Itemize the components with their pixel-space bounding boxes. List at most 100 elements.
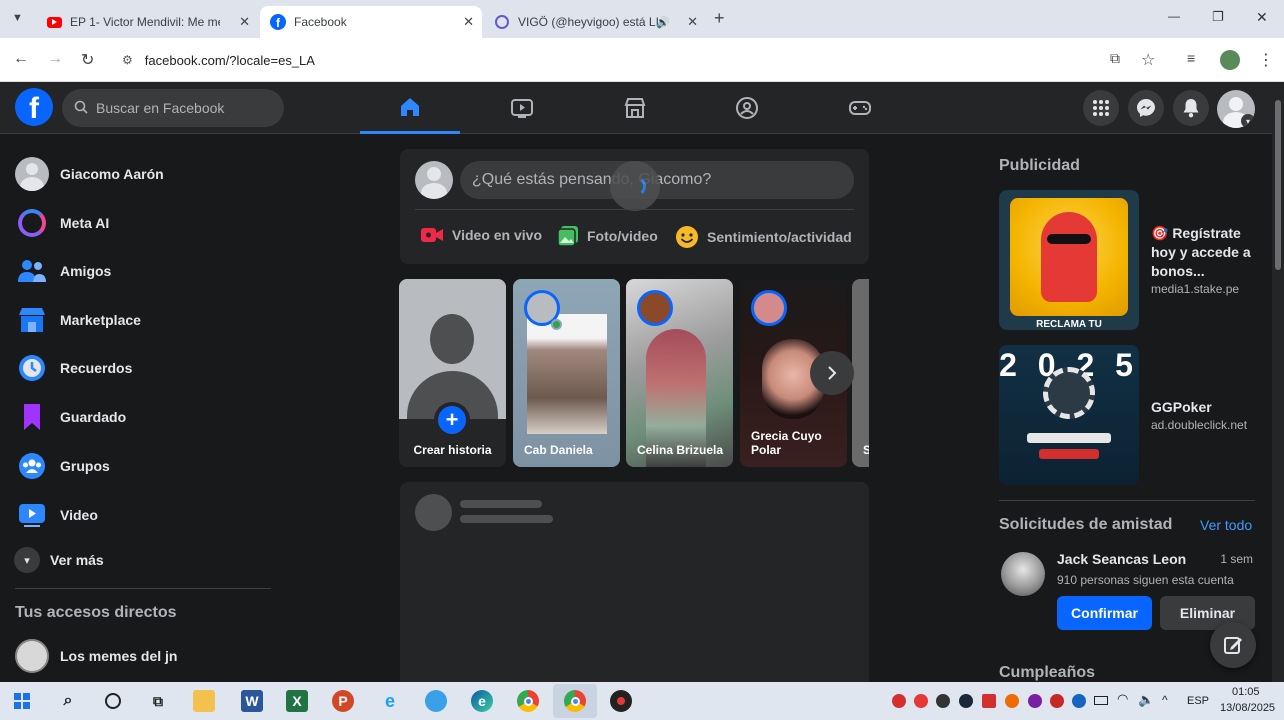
edge-icon[interactable]: e bbox=[471, 690, 493, 712]
nav-gaming[interactable] bbox=[810, 82, 910, 134]
url-field[interactable]: ⚙ facebook.com/?locale=es_LA bbox=[112, 44, 1072, 76]
nav-groups[interactable] bbox=[697, 82, 797, 134]
new-tab-button[interactable]: + bbox=[714, 8, 725, 29]
tray-icon[interactable] bbox=[982, 694, 996, 708]
internet-explorer-icon[interactable]: e bbox=[379, 690, 401, 712]
tray-icon[interactable] bbox=[1028, 694, 1042, 708]
ime-icon[interactable]: ^ bbox=[1162, 693, 1168, 707]
tray-icon[interactable] bbox=[1005, 694, 1019, 708]
close-tab-icon[interactable]: ✕ bbox=[463, 14, 474, 30]
battery-icon[interactable] bbox=[1094, 696, 1108, 705]
account-avatar[interactable]: ▾ bbox=[1217, 90, 1255, 128]
skeleton-line bbox=[460, 500, 542, 508]
sidebar-item-profile[interactable]: Giacomo Aarón bbox=[14, 152, 164, 196]
file-explorer-icon[interactable] bbox=[193, 690, 215, 712]
story-card[interactable]: Cab Daniela bbox=[513, 279, 620, 467]
steam-icon[interactable] bbox=[959, 694, 973, 708]
nav-home[interactable] bbox=[360, 82, 460, 134]
story-create[interactable]: + Crear historia bbox=[399, 279, 506, 467]
close-window-button[interactable]: ✕ bbox=[1256, 9, 1268, 26]
word-icon[interactable]: W bbox=[241, 690, 263, 712]
chrome-icon[interactable] bbox=[517, 690, 539, 712]
composer-avatar[interactable] bbox=[415, 161, 453, 199]
close-tab-icon[interactable]: ✕ bbox=[239, 14, 250, 30]
ad-item[interactable]: 2 0 2 5 GGPoker ad.doubleclick.net bbox=[999, 345, 1255, 485]
notifications-button[interactable] bbox=[1173, 90, 1209, 126]
messenger-button[interactable] bbox=[1128, 90, 1164, 126]
sidebar-see-more[interactable]: ▾ Ver más bbox=[14, 538, 104, 582]
excel-icon[interactable]: X bbox=[286, 690, 308, 712]
live-video-button[interactable]: Video en vivo bbox=[420, 225, 542, 245]
ad-item[interactable]: RECLAMA TU 🎯 Regístrate hoy y accede a b… bbox=[999, 190, 1255, 330]
avatar[interactable] bbox=[1001, 552, 1045, 596]
sidebar-item-meta-ai[interactable]: Meta AI bbox=[14, 201, 109, 245]
tray-icon[interactable] bbox=[892, 694, 906, 708]
right-divider bbox=[999, 500, 1255, 501]
close-tab-icon[interactable]: ✕ bbox=[687, 14, 698, 30]
tab-list-button[interactable]: ▼ bbox=[12, 12, 23, 24]
minimize-button[interactable]: — bbox=[1168, 9, 1180, 23]
volume-icon[interactable]: 🔈 bbox=[1138, 692, 1154, 708]
stories-next-button[interactable] bbox=[810, 351, 854, 395]
audio-playing-icon[interactable]: 🔊 bbox=[656, 16, 670, 29]
sidebar-item-saved[interactable]: Guardado bbox=[14, 395, 126, 439]
tray-icon[interactable] bbox=[1050, 694, 1064, 708]
cortana-icon[interactable] bbox=[102, 690, 124, 712]
clock-time[interactable]: 01:05 bbox=[1232, 686, 1260, 698]
chevron-down-icon: ▾ bbox=[14, 547, 40, 573]
tray-icon[interactable] bbox=[936, 694, 950, 708]
photo-video-button[interactable]: Foto/video bbox=[557, 225, 658, 247]
tray-icon[interactable] bbox=[914, 694, 928, 708]
nav-marketplace[interactable] bbox=[585, 82, 685, 134]
reload-icon[interactable]: ↻ bbox=[81, 50, 94, 70]
sidebar-item-memories[interactable]: Recuerdos bbox=[14, 346, 132, 390]
sidebar-item-label: Video bbox=[60, 507, 98, 523]
powerpoint-icon[interactable]: P bbox=[332, 690, 354, 712]
feeling-button[interactable]: Sentimiento/actividad bbox=[675, 225, 852, 249]
ad-image: 2 0 2 5 bbox=[999, 345, 1139, 485]
browser-menu-icon[interactable]: ⋮ bbox=[1258, 50, 1274, 70]
media-control-icon[interactable]: ≡ bbox=[1187, 50, 1195, 66]
sidebar-item-marketplace[interactable]: Marketplace bbox=[14, 298, 141, 342]
maximize-button[interactable]: ❐ bbox=[1212, 9, 1224, 25]
windows-start-icon[interactable] bbox=[14, 693, 30, 709]
ad-domain: media1.stake.pe bbox=[1151, 282, 1240, 296]
plus-icon[interactable]: + bbox=[434, 402, 470, 438]
tab-facebook[interactable]: f Facebook ✕ bbox=[260, 6, 482, 38]
requester-name[interactable]: Jack Seancas Leon bbox=[1057, 551, 1186, 567]
sidebar-item-groups[interactable]: Grupos bbox=[14, 444, 110, 488]
chrome-profile-icon[interactable] bbox=[564, 690, 586, 712]
site-info-icon[interactable]: ⚙ bbox=[122, 53, 133, 67]
story-card[interactable]: Celina Brizuela bbox=[626, 279, 733, 467]
language-indicator[interactable]: ESP bbox=[1187, 695, 1209, 707]
shortcut-item[interactable]: Los memes del jn bbox=[14, 634, 177, 678]
sidebar-item-friends[interactable]: Amigos bbox=[14, 249, 111, 293]
sidebar-item-video[interactable]: Video bbox=[14, 493, 98, 537]
new-message-button[interactable] bbox=[1210, 622, 1256, 668]
install-app-icon[interactable]: ⧉ bbox=[1110, 50, 1120, 67]
tab-youtube[interactable]: EP 1- Victor Mendivil: Me metí ✕ bbox=[36, 6, 258, 38]
profile-avatar-icon[interactable] bbox=[1220, 50, 1240, 70]
scrollbar-thumb[interactable] bbox=[1275, 100, 1281, 270]
wifi-icon[interactable]: ◠ bbox=[1117, 691, 1128, 707]
skeleton-avatar bbox=[415, 494, 452, 531]
composer-divider bbox=[415, 209, 854, 210]
menu-grid-button[interactable] bbox=[1083, 90, 1119, 126]
search-input[interactable]: Buscar en Facebook bbox=[62, 89, 284, 127]
taskbar-search-icon[interactable]: ⌕ bbox=[57, 690, 79, 712]
story-card[interactable]: S bbox=[852, 279, 869, 467]
back-icon[interactable]: ← bbox=[13, 50, 29, 68]
recording-app-icon[interactable] bbox=[610, 690, 632, 712]
tab-twitch[interactable]: VIGÖ (@heyvigoo) está LIVE 🔊 ✕ bbox=[484, 6, 706, 38]
see-all-link[interactable]: Ver todo bbox=[1200, 517, 1252, 533]
forward-icon[interactable]: → bbox=[47, 50, 63, 68]
app-icon[interactable] bbox=[425, 690, 447, 712]
page-scrollbar[interactable] bbox=[1272, 82, 1284, 682]
confirm-button[interactable]: Confirmar bbox=[1057, 596, 1152, 630]
nav-video[interactable] bbox=[472, 82, 572, 134]
task-view-icon[interactable]: ⧉ bbox=[147, 690, 169, 712]
clock-date[interactable]: 13/08/2025 bbox=[1220, 702, 1275, 714]
facebook-logo[interactable]: f bbox=[15, 88, 53, 126]
bookmark-star-icon[interactable]: ☆ bbox=[1141, 50, 1155, 70]
bluetooth-icon[interactable] bbox=[1072, 694, 1086, 708]
